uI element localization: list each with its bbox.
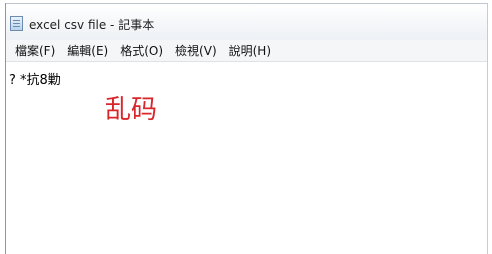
menu-format[interactable]: 格式(O) [114,42,169,59]
menu-view[interactable]: 檢視(V) [169,42,223,59]
editor-content: ? *抗8勦 [9,73,61,88]
menu-help[interactable]: 說明(H) [223,42,277,59]
menu-edit[interactable]: 編輯(E) [61,42,114,59]
title-bar[interactable]: excel csv file - 記事本 [6,3,487,40]
window-title: excel csv file - 記事本 [29,18,155,32]
notepad-window: excel csv file - 記事本 檔案(F) 編輯(E) 格式(O) 檢… [5,3,488,254]
menu-file[interactable]: 檔案(F) [9,42,61,59]
menu-bar: 檔案(F) 編輯(E) 格式(O) 檢視(V) 說明(H) [6,40,487,62]
garbled-text-annotation: 乱码 [105,95,158,125]
text-editor-area[interactable]: ? *抗8勦 乱码 [6,63,487,254]
notepad-icon [10,16,23,31]
